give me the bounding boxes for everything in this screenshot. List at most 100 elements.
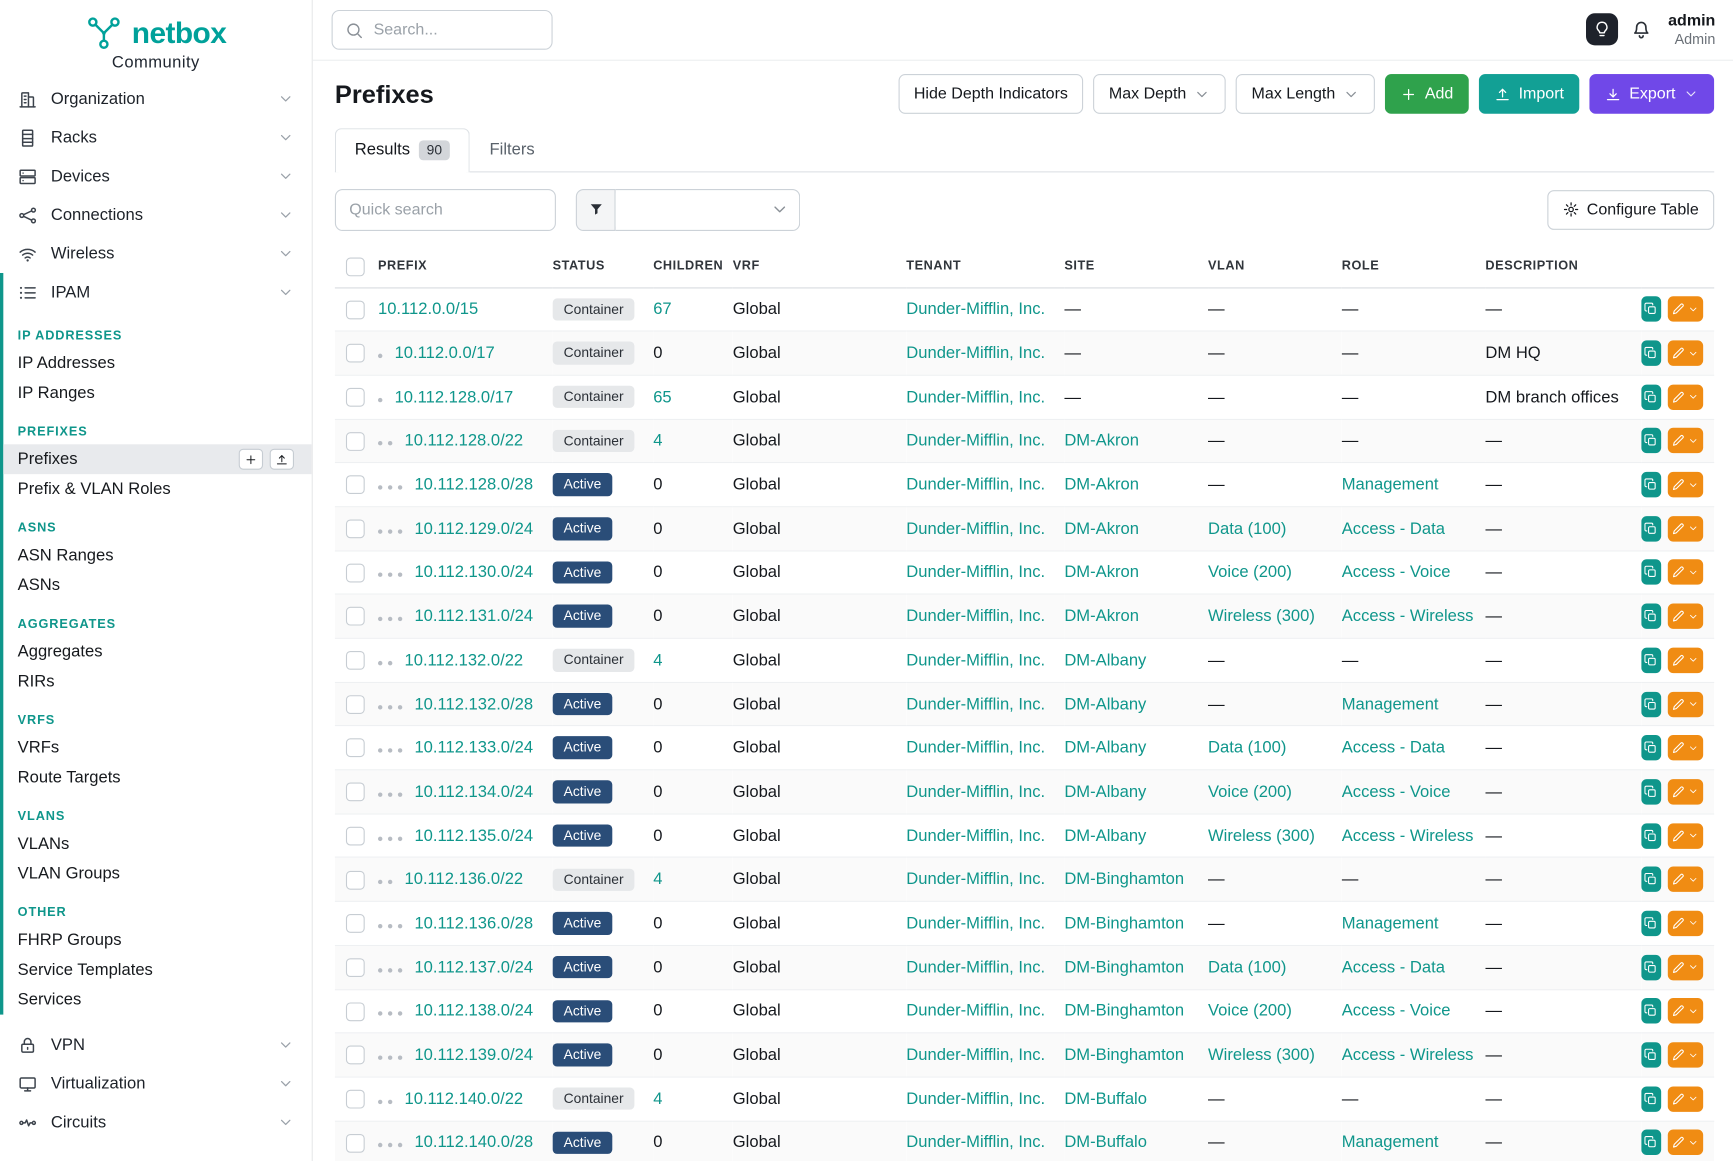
import-button[interactable]: Import — [1479, 74, 1580, 114]
saved-filter-select[interactable] — [616, 188, 801, 230]
tenant-link[interactable]: Dunder-Mifflin, Inc. — [906, 1089, 1045, 1108]
tenant-link[interactable]: Dunder-Mifflin, Inc. — [906, 563, 1045, 582]
vlan-link[interactable]: Wireless (300) — [1208, 1046, 1315, 1065]
sidebar-item-vrfs[interactable]: VRFs — [3, 733, 311, 763]
row-checkbox[interactable] — [346, 388, 365, 407]
site-link[interactable]: DM-Albany — [1064, 695, 1146, 714]
tenant-link[interactable]: Dunder-Mifflin, Inc. — [906, 1133, 1045, 1152]
copy-button[interactable] — [1641, 1042, 1661, 1067]
copy-button[interactable] — [1641, 297, 1661, 322]
sidebar-item-prefix-vlan-roles[interactable]: Prefix & VLAN Roles — [3, 474, 311, 504]
site-link[interactable]: DM-Akron — [1064, 431, 1139, 450]
sidebar-item-organization[interactable]: Organization — [0, 80, 312, 119]
edit-button[interactable] — [1668, 472, 1703, 497]
tenant-link[interactable]: Dunder-Mifflin, Inc. — [906, 782, 1045, 801]
quick-search-input[interactable] — [335, 188, 556, 230]
quick-add-button[interactable] — [239, 449, 263, 470]
prefix-link[interactable]: 10.112.134.0/24 — [414, 782, 533, 801]
row-checkbox[interactable] — [346, 607, 365, 626]
prefix-link[interactable]: 10.112.136.0/28 — [414, 914, 533, 933]
role-link[interactable]: Access - Data — [1342, 739, 1445, 758]
site-link[interactable]: DM-Albany — [1064, 739, 1146, 758]
edit-button[interactable] — [1668, 823, 1703, 848]
edit-button[interactable] — [1668, 340, 1703, 365]
role-link[interactable]: Access - Wireless — [1342, 1046, 1474, 1065]
configure-table-button[interactable]: Configure Table — [1547, 190, 1714, 230]
tenant-link[interactable]: Dunder-Mifflin, Inc. — [906, 475, 1045, 494]
row-checkbox[interactable] — [346, 300, 365, 319]
row-checkbox[interactable] — [346, 520, 365, 539]
site-link[interactable]: DM-Akron — [1064, 519, 1139, 538]
brand[interactable]: netbox Community — [0, 0, 312, 72]
copy-button[interactable] — [1641, 779, 1661, 804]
copy-button[interactable] — [1641, 340, 1661, 365]
column-header-vrf[interactable]: VRF — [733, 246, 907, 287]
theme-toggle-button[interactable] — [1586, 14, 1618, 46]
row-checkbox[interactable] — [346, 651, 365, 670]
tenant-link[interactable]: Dunder-Mifflin, Inc. — [906, 607, 1045, 626]
edit-button[interactable] — [1668, 297, 1703, 322]
role-link[interactable]: Access - Wireless — [1342, 607, 1474, 626]
role-link[interactable]: Management — [1342, 914, 1439, 933]
quick-import-button[interactable] — [270, 449, 294, 470]
sidebar-item-ip-addresses[interactable]: IP Addresses — [3, 348, 311, 378]
prefix-link[interactable]: 10.112.0.0/15 — [378, 300, 478, 319]
sidebar-item-service-templates[interactable]: Service Templates — [3, 955, 311, 985]
column-header-description[interactable]: DESCRIPTION — [1485, 246, 1641, 287]
sidebar-item-vpn[interactable]: VPN — [0, 1026, 312, 1065]
tenant-link[interactable]: Dunder-Mifflin, Inc. — [906, 519, 1045, 538]
sidebar-item-asn-ranges[interactable]: ASN Ranges — [3, 540, 311, 570]
edit-button[interactable] — [1668, 647, 1703, 672]
vlan-link[interactable]: Wireless (300) — [1208, 607, 1315, 626]
edit-button[interactable] — [1668, 955, 1703, 980]
vlan-link[interactable]: Voice (200) — [1208, 563, 1292, 582]
row-checkbox[interactable] — [346, 432, 365, 451]
sidebar-item-services[interactable]: Services — [3, 985, 311, 1015]
hide-depth-indicators-button[interactable]: Hide Depth Indicators — [898, 74, 1083, 114]
children-link[interactable]: 4 — [653, 870, 662, 889]
row-checkbox[interactable] — [346, 1090, 365, 1109]
edit-button[interactable] — [1668, 911, 1703, 936]
children-link[interactable]: 4 — [653, 651, 662, 670]
role-link[interactable]: Access - Voice — [1342, 563, 1451, 582]
role-link[interactable]: Management — [1342, 1133, 1439, 1152]
row-checkbox[interactable] — [346, 739, 365, 758]
row-checkbox[interactable] — [346, 958, 365, 977]
row-checkbox[interactable] — [346, 1046, 365, 1065]
sidebar-item-wireless[interactable]: Wireless — [0, 234, 312, 273]
site-link[interactable]: DM-Albany — [1064, 782, 1146, 801]
role-link[interactable]: Management — [1342, 475, 1439, 494]
copy-button[interactable] — [1641, 516, 1661, 541]
site-link[interactable]: DM-Akron — [1064, 607, 1139, 626]
site-link[interactable]: DM-Binghamton — [1064, 914, 1184, 933]
row-checkbox[interactable] — [346, 695, 365, 714]
site-link[interactable]: DM-Binghamton — [1064, 1002, 1184, 1021]
edit-button[interactable] — [1668, 560, 1703, 585]
add-button[interactable]: Add — [1385, 74, 1469, 114]
row-checkbox[interactable] — [346, 476, 365, 495]
tenant-link[interactable]: Dunder-Mifflin, Inc. — [906, 914, 1045, 933]
tenant-link[interactable]: Dunder-Mifflin, Inc. — [906, 870, 1045, 889]
row-checkbox[interactable] — [346, 1002, 365, 1021]
children-link[interactable]: 4 — [653, 1089, 662, 1108]
sidebar-item-virtualization[interactable]: Virtualization — [0, 1064, 312, 1103]
edit-button[interactable] — [1668, 998, 1703, 1023]
filter-button[interactable] — [576, 188, 616, 230]
edit-button[interactable] — [1668, 604, 1703, 629]
edit-button[interactable] — [1668, 516, 1703, 541]
prefix-link[interactable]: 10.112.135.0/24 — [414, 826, 533, 845]
tenant-link[interactable]: Dunder-Mifflin, Inc. — [906, 695, 1045, 714]
column-header-site[interactable]: SITE — [1064, 246, 1208, 287]
tenant-link[interactable]: Dunder-Mifflin, Inc. — [906, 344, 1045, 363]
prefix-link[interactable]: 10.112.0.0/17 — [395, 344, 495, 363]
max-length-dropdown[interactable]: Max Length — [1236, 74, 1375, 114]
tenant-link[interactable]: Dunder-Mifflin, Inc. — [906, 300, 1045, 319]
prefix-link[interactable]: 10.112.137.0/24 — [414, 958, 533, 977]
global-search-input[interactable] — [374, 21, 540, 39]
vlan-link[interactable]: Voice (200) — [1208, 782, 1292, 801]
row-checkbox[interactable] — [346, 783, 365, 802]
edit-button[interactable] — [1668, 735, 1703, 760]
tenant-link[interactable]: Dunder-Mifflin, Inc. — [906, 826, 1045, 845]
copy-button[interactable] — [1641, 1130, 1661, 1155]
column-header-vlan[interactable]: VLAN — [1208, 246, 1342, 287]
